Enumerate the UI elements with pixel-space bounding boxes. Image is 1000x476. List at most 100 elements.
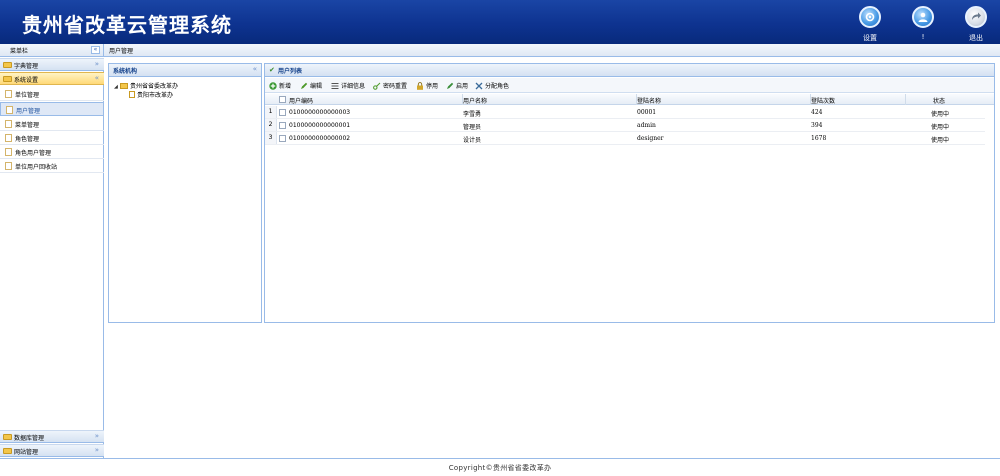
folder-icon	[120, 83, 128, 89]
cell-code: 0100000000000002	[289, 135, 351, 142]
cell-code: 0100000000000003	[289, 109, 351, 116]
user-panel-title: 用户列表	[278, 68, 303, 75]
sidebar-item-label: 菜单管理	[15, 122, 40, 129]
select-all-checkbox[interactable]	[279, 96, 286, 103]
chevron-down-icon: »	[94, 60, 99, 68]
row-number: 2	[265, 119, 277, 131]
folder-icon	[3, 448, 12, 454]
app-header: 贵州省改革云管理系统 设置 ! 退出	[0, 0, 1000, 44]
row-checkbox[interactable]	[279, 135, 286, 142]
user-icon	[912, 6, 934, 28]
list-icon	[331, 82, 339, 90]
edit-label: 编辑	[310, 83, 323, 90]
sidebar-section-system-settings[interactable]: 系统设置 «	[0, 72, 104, 85]
folder-icon	[3, 434, 12, 440]
sidebar-section-database[interactable]: 数据库管理 »	[0, 430, 104, 443]
sidebar-item-role-management[interactable]: 角色管理	[0, 131, 104, 145]
table-row[interactable]: 2 0100000000000001 管理员 admin 394 使用中	[265, 119, 985, 132]
gear-icon	[859, 6, 881, 28]
menu-bar-header: 菜单栏 «	[0, 44, 104, 57]
table-row[interactable]: 1 0100000000000003 李雪勇 00001 424 使用中	[265, 106, 985, 119]
details-button[interactable]: 详细信息	[331, 81, 365, 91]
page-icon	[5, 90, 12, 98]
sidebar-collapse-button[interactable]: «	[91, 46, 100, 54]
table-row[interactable]: 3 0100000000000002 设计员 designer 1678 使用中	[265, 132, 985, 145]
page-icon	[5, 162, 12, 170]
disable-button[interactable]: 停用	[416, 81, 438, 91]
add-button[interactable]: 新增	[269, 81, 291, 91]
row-number: 1	[265, 106, 277, 118]
org-panel-header: 系统机构 «	[109, 64, 261, 77]
app-title: 贵州省改革云管理系统	[22, 13, 232, 37]
sidebar: 字典管理 » 系统设置 « 单位管理 用户管理 菜单管理 角色管理 角色用户管理…	[0, 58, 104, 458]
chevron-down-icon: »	[94, 446, 99, 454]
sub-bar: 菜单栏 « 用户管理	[0, 44, 1000, 57]
enable-label: 启用	[456, 83, 469, 90]
edit-icon	[300, 82, 308, 90]
column-header-name[interactable]: 用户名称	[463, 96, 487, 105]
sidebar-item-user-management[interactable]: 用户管理	[0, 102, 104, 116]
cell-login: admin	[637, 122, 656, 129]
sidebar-item-unit-management[interactable]: 单位管理	[0, 87, 104, 101]
tree-node-province-office[interactable]: ◢ 贵州省省委改革办	[114, 81, 178, 90]
details-label: 详细信息	[341, 83, 366, 90]
lock-icon	[416, 82, 424, 90]
tree-node-label: 贵州省省委改革办	[130, 83, 179, 90]
menu-bar-title: 菜单栏	[10, 48, 29, 55]
add-icon	[269, 82, 277, 90]
sidebar-item-recycle-bin[interactable]: 单位用户回收站	[0, 159, 104, 173]
sidebar-item-label: 角色管理	[15, 136, 40, 143]
cell-name: 设计员	[463, 137, 482, 144]
user-grid-header: 用户编码 用户名称 登陆名称 登陆次数 状态	[265, 94, 994, 105]
chevron-up-icon: «	[94, 74, 99, 82]
footer: Copyright©贵州省省委改革办	[0, 458, 1000, 476]
exit-label: 退出	[969, 34, 983, 42]
page-icon	[5, 134, 12, 142]
unlock-icon	[446, 82, 454, 90]
column-header-status[interactable]: 状态	[933, 96, 945, 105]
tree-node-label: 贵阳市改革办	[137, 92, 174, 99]
cell-count: 1678	[811, 135, 827, 142]
cell-status: 使用中	[931, 124, 950, 131]
sidebar-item-role-user-management[interactable]: 角色用户管理	[0, 145, 104, 159]
user-label: !	[921, 33, 925, 41]
column-header-login[interactable]: 登陆名称	[637, 96, 661, 105]
assign-role-button[interactable]: 分配角色	[475, 81, 509, 91]
settings-button[interactable]: 设置	[850, 6, 890, 44]
cell-count: 424	[811, 109, 823, 116]
user-panel-header: ✔ 用户列表	[265, 64, 994, 77]
document-icon	[129, 91, 135, 98]
sidebar-item-label: 单位管理	[15, 92, 40, 99]
column-header-count[interactable]: 登陆次数	[811, 96, 835, 105]
column-header-code[interactable]: 用户编码	[289, 96, 313, 105]
row-checkbox[interactable]	[279, 122, 286, 129]
page-icon	[5, 120, 12, 128]
enable-button[interactable]: 启用	[446, 81, 468, 91]
assign-role-label: 分配角色	[485, 83, 510, 90]
sidebar-item-label: 角色用户管理	[15, 150, 52, 157]
org-panel-title: 系统机构	[113, 68, 138, 75]
reset-password-button[interactable]: 密码重置	[373, 81, 407, 91]
sidebar-item-label: 用户管理	[16, 108, 41, 115]
section-label: 网站管理	[14, 449, 39, 456]
collapse-panel-icon[interactable]: «	[253, 65, 257, 73]
folder-icon	[3, 76, 12, 82]
sidebar-section-website[interactable]: 网站管理 »	[0, 444, 104, 457]
sidebar-section-dictionary[interactable]: 字典管理 »	[0, 58, 104, 71]
edit-button[interactable]: 编辑	[300, 81, 322, 91]
tree-node-guiyang-office[interactable]: 贵阳市改革办	[129, 90, 173, 99]
cell-status: 使用中	[931, 137, 950, 144]
org-panel: 系统机构 « ◢ 贵州省省委改革办 贵阳市改革办	[108, 63, 262, 323]
row-checkbox[interactable]	[279, 109, 286, 116]
user-list-panel: ✔ 用户列表 新增 编辑 详细信息 密码重置 停用 启用 分配角色 用户编码 用…	[264, 63, 995, 323]
cell-login: designer	[637, 135, 664, 142]
cell-name: 李雪勇	[463, 111, 482, 118]
exit-button[interactable]: 退出	[956, 6, 996, 44]
user-info-button[interactable]: !	[903, 6, 943, 44]
key-icon	[373, 82, 381, 90]
sidebar-item-menu-management[interactable]: 菜单管理	[0, 117, 104, 131]
copyright-text: Copyright©贵州省省委改革办	[448, 464, 552, 472]
chevron-down-icon: »	[94, 432, 99, 440]
cell-count: 394	[811, 122, 823, 129]
exit-arrow-icon	[965, 6, 987, 28]
